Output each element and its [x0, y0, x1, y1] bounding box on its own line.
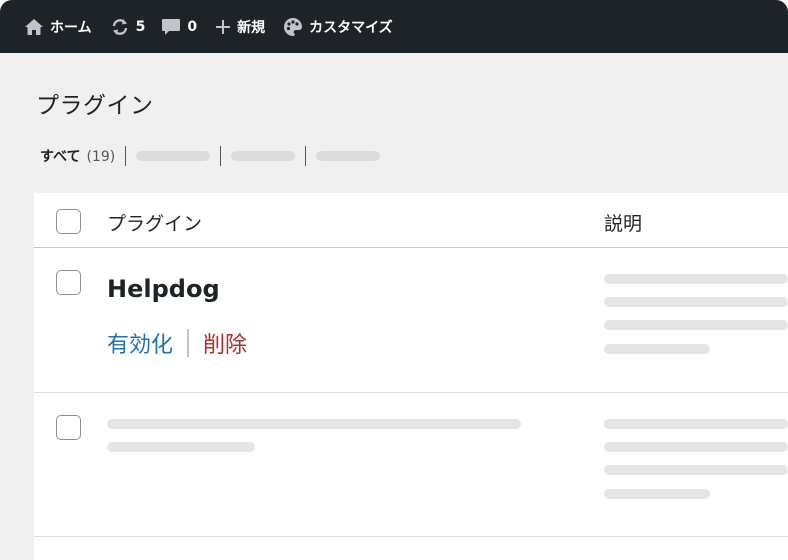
home-icon [24, 18, 50, 36]
row-checkbox[interactable] [56, 415, 81, 440]
updates-icon [110, 17, 136, 37]
palette-icon [283, 17, 309, 37]
plus-icon [215, 19, 237, 35]
admin-bar: ホーム 5 0 新規 カスタマイズ [0, 0, 788, 53]
row-actions: 有効化 削除 [107, 327, 247, 359]
description-placeholder [604, 465, 788, 475]
activate-link[interactable]: 有効化 [107, 327, 173, 359]
table-row: Helpdog 有効化 削除 [34, 248, 788, 393]
home-label: ホーム [50, 19, 92, 36]
admin-bar-new[interactable]: 新規 [215, 17, 265, 37]
plugin-name: Helpdog [107, 275, 220, 303]
admin-bar-customize[interactable]: カスタマイズ [283, 17, 393, 37]
row-checkbox[interactable] [56, 270, 81, 295]
plugins-table: プラグイン 説明 Helpdog 有効化 削除 [34, 193, 788, 560]
plugin-name-placeholder [107, 419, 521, 429]
filter-separator [220, 146, 222, 166]
plugin-filter-links: すべて (19) [40, 145, 381, 167]
row-actions-placeholder [107, 442, 255, 452]
description-placeholder [604, 297, 788, 307]
table-row [34, 393, 788, 537]
description-placeholder [604, 419, 788, 429]
filter-placeholder[interactable] [316, 151, 381, 161]
description-placeholder [604, 344, 710, 354]
table-header: プラグイン 説明 [34, 193, 788, 248]
action-separator [187, 329, 190, 357]
column-plugin: プラグイン [107, 213, 203, 235]
filter-all-link[interactable]: すべて (19) [40, 146, 115, 166]
updates-count: 5 [135, 18, 146, 35]
browser-window: ホーム 5 0 新規 カスタマイズ プラグイン すべて (19) プラグイン 説… [0, 0, 788, 560]
admin-bar-comments[interactable]: 0 [161, 18, 197, 36]
select-all-checkbox[interactable] [56, 209, 81, 234]
filter-placeholder[interactable] [231, 151, 296, 161]
new-label: 新規 [237, 19, 266, 36]
filter-all-label: すべて [40, 149, 81, 165]
delete-link[interactable]: 削除 [203, 327, 247, 359]
description-placeholder [604, 320, 788, 330]
column-description: 説明 [604, 213, 643, 235]
customize-label: カスタマイズ [309, 19, 393, 36]
description-placeholder [604, 442, 788, 452]
filter-separator [305, 146, 307, 166]
admin-bar-updates[interactable]: 5 [110, 17, 146, 37]
admin-bar-home[interactable]: ホーム [24, 17, 92, 37]
filter-all-count: (19) [86, 149, 116, 165]
page-title: プラグイン [36, 93, 154, 119]
comment-icon [161, 18, 187, 36]
description-placeholder [604, 489, 710, 499]
description-placeholder [604, 274, 788, 284]
filter-separator [125, 146, 127, 166]
comments-count: 0 [187, 18, 198, 35]
filter-placeholder[interactable] [136, 151, 211, 161]
